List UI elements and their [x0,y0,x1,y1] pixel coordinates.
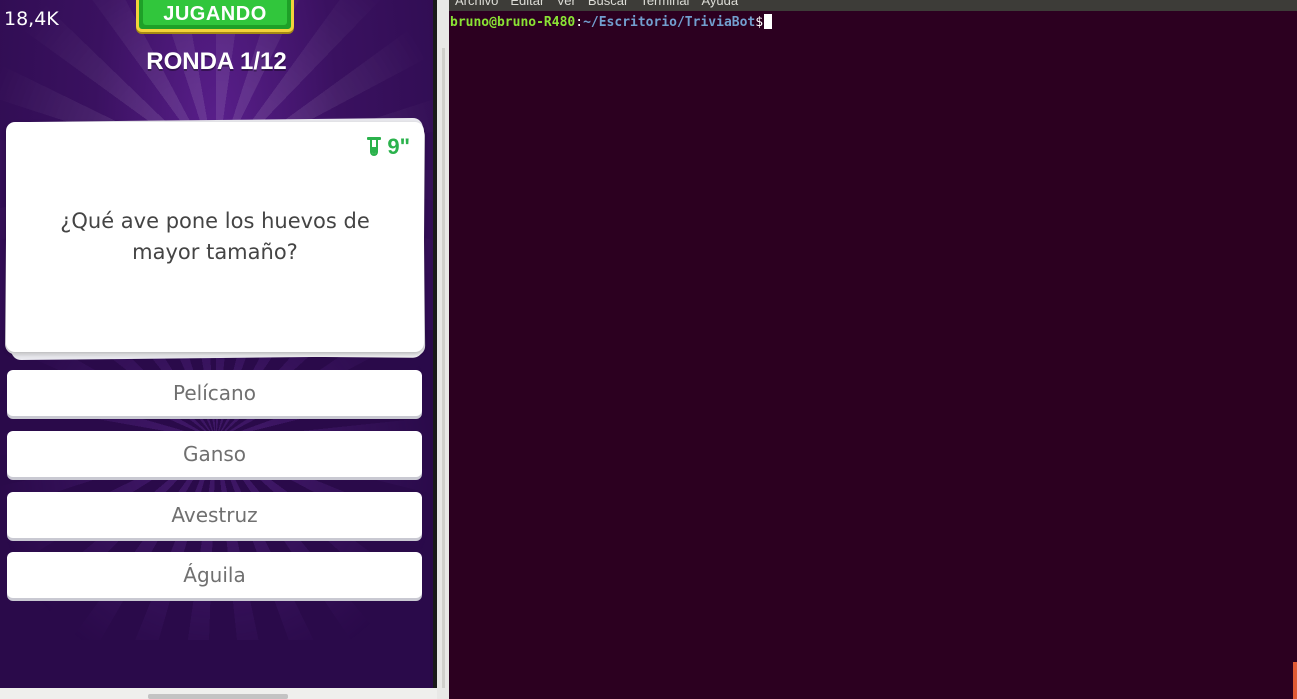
terminal-window[interactable]: Archivo Editar Ver Buscar Terminal Ayuda… [449,0,1297,699]
text-cursor [764,14,773,29]
menu-ver[interactable]: Ver [556,0,576,8]
menu-terminal[interactable]: Terminal [640,0,689,8]
menu-buscar[interactable]: Buscar [588,0,628,8]
answer-option-1[interactable]: Pelícano [7,370,422,416]
menu-ayuda[interactable]: Ayuda [701,0,738,8]
status-badge: JUGANDO [136,0,294,32]
answer-option-2[interactable]: Ganso [7,431,422,477]
countdown-timer: 9" [367,134,410,160]
answer-option-4[interactable]: Águila [7,552,422,598]
terminal-menubar: Archivo Editar Ver Buscar Terminal Ayuda [449,0,1297,11]
scrollbar-track[interactable] [442,48,445,688]
test-tube-icon [367,137,382,157]
menu-editar[interactable]: Editar [510,0,544,8]
corner-accent [1293,662,1297,699]
round-indicator: RONDA 1/12 [146,48,287,75]
vertical-scrollbar[interactable] [437,0,449,699]
timer-value: 9" [387,134,410,159]
scrollbar-thumb[interactable] [148,694,288,699]
trivia-game-window: 18,4K JUGANDO RONDA 1/12 9" ¿Qué ave pon… [0,0,433,699]
shell-prompt[interactable]: bruno@bruno-R480:~/Escritorio/TriviaBot$ [450,14,773,30]
menubar-items: Archivo Editar Ver Buscar Terminal Ayuda [455,0,738,8]
menu-archivo[interactable]: Archivo [455,0,498,8]
player-counter: 18,4K [4,8,59,30]
prompt-user-host: bruno@bruno-R480 [450,15,576,30]
prompt-path: ~/Escritorio/TriviaBot [583,15,756,30]
prompt-separator: : [575,15,584,30]
question-text: ¿Qué ave pone los huevos de mayor tamaño… [60,209,370,264]
answer-option-3[interactable]: Avestruz [7,492,422,538]
question-card: 9" ¿Qué ave pone los huevos de mayor tam… [6,122,424,352]
status-badge-label: JUGANDO [163,3,267,25]
prompt-symbol: $ [755,15,764,30]
